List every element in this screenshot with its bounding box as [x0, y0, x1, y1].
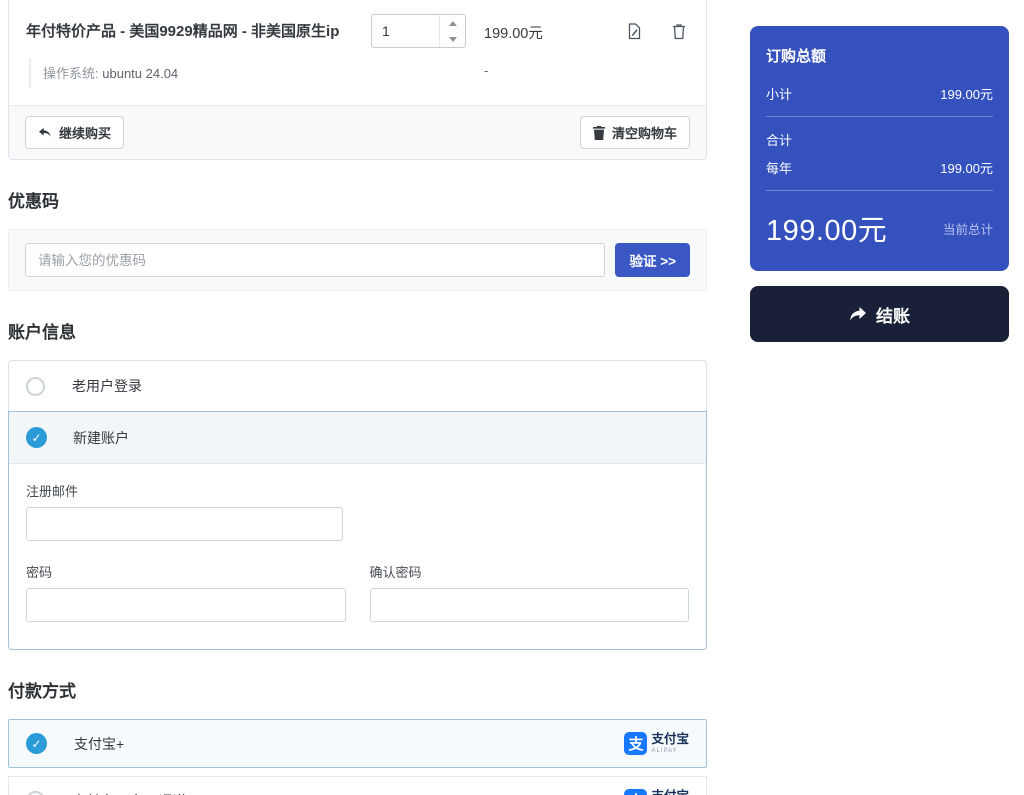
item-config-row: 操作系统: ubuntu 24.04 - [9, 54, 706, 105]
cycle-value: 199.00元 [940, 158, 993, 177]
order-summary-card: 订购总额 小计 199.00元 合计 每年 199.00元 199.00元 当前… [750, 26, 1009, 271]
chevron-down-icon [449, 37, 457, 42]
account-heading: 账户信息 [8, 318, 707, 343]
quantity-down-button[interactable] [440, 31, 465, 47]
reply-arrow-icon [38, 127, 52, 139]
confirm-password-field[interactable] [370, 588, 690, 622]
checkout-button[interactable]: 结账 [750, 286, 1009, 342]
radio-selected-icon[interactable]: ✓ [26, 733, 47, 754]
main-column: 年付特价产品 - 美国9929精品网 - 非美国原生ip 1 199.00元 [8, 0, 707, 795]
alipay-logo-icon: 支 支付宝 ALIPAY [624, 789, 689, 795]
alipay-logo-cn: 支付宝 [651, 733, 689, 746]
radio-unselected-icon[interactable] [26, 377, 45, 396]
total-label-row: 合计 [766, 130, 993, 149]
password-label: 密码 [26, 562, 346, 581]
subtotal-label: 小计 [766, 84, 792, 103]
confirm-password-label: 确认密码 [370, 562, 690, 581]
radio-unselected-icon[interactable] [26, 791, 45, 795]
existing-user-label: 老用户登录 [72, 376, 142, 396]
option-new-account[interactable]: ✓ 新建账户 [9, 412, 706, 464]
alipay-logo-en: ALIPAY [651, 748, 689, 754]
payment-option-alipay-backup[interactable]: 支付宝+ (备用通道) 支 支付宝 ALIPAY [8, 776, 707, 795]
delete-item-button[interactable] [672, 23, 686, 40]
cart-card: 年付特价产品 - 美国9929精品网 - 非美国原生ip 1 199.00元 [8, 0, 707, 160]
summary-title: 订购总额 [766, 45, 993, 66]
product-price: 199.00元 [466, 14, 626, 43]
row-actions [626, 14, 689, 40]
config-label: 操作系统: [43, 66, 99, 81]
edit-file-icon [627, 28, 642, 43]
order-summary-sidebar: 订购总额 小计 199.00元 合计 每年 199.00元 199.00元 当前… [750, 26, 1009, 342]
config-value: ubuntu 24.04 [102, 66, 178, 81]
email-label: 注册邮件 [26, 481, 689, 500]
forward-arrow-icon [849, 306, 867, 322]
validate-coupon-button[interactable]: 验证 >> [615, 243, 690, 277]
radio-selected-icon[interactable]: ✓ [26, 427, 47, 448]
trash-icon [672, 28, 686, 43]
coupon-input[interactable] [25, 243, 605, 277]
payment-section: ✓ 支付宝+ 支 支付宝 ALIPAY 支付宝+ (备用通道) 支 支付宝 [8, 719, 707, 795]
config-info: 操作系统: ubuntu 24.04 [29, 58, 466, 87]
cycle-label: 每年 [766, 158, 792, 177]
password-field[interactable] [26, 588, 346, 622]
password-grid: 密码 确认密码 [26, 562, 689, 622]
cart-item-row: 年付特价产品 - 美国9929精品网 - 非美国原生ip 1 199.00元 [9, 0, 706, 54]
alipay-logo-icon: 支 支付宝 ALIPAY [624, 732, 689, 755]
quantity-value[interactable]: 1 [372, 15, 439, 47]
subtotal-row: 小计 199.00元 [766, 84, 993, 103]
grand-total-row: 199.00元 当前总计 [766, 207, 993, 249]
grand-total-label: 当前总计 [943, 219, 993, 238]
new-account-label: 新建账户 [73, 428, 129, 448]
clear-cart-button[interactable]: 清空购物车 [580, 116, 690, 149]
divider [766, 190, 993, 191]
payment-heading: 付款方式 [8, 677, 707, 702]
quantity-stepper[interactable]: 1 [371, 14, 466, 48]
quantity-spinner[interactable] [439, 15, 465, 47]
total-label: 合计 [766, 130, 792, 149]
payment-option-label: 支付宝+ [74, 734, 597, 754]
clear-cart-label: 清空购物车 [612, 123, 677, 142]
edit-item-button[interactable] [627, 23, 642, 40]
alipay-mark-icon: 支 [624, 732, 647, 755]
divider [766, 116, 993, 117]
coupon-heading: 优惠码 [8, 187, 707, 212]
register-block: ✓ 新建账户 注册邮件 密码 确认密码 [8, 411, 707, 650]
payment-option-label: 支付宝+ (备用通道) [72, 791, 597, 795]
continue-shopping-label: 继续购买 [59, 123, 111, 142]
coupon-panel: 验证 >> [8, 229, 707, 291]
trash-filled-icon [593, 126, 605, 140]
alipay-logo-cn: 支付宝 [651, 790, 689, 795]
subtotal-value: 199.00元 [940, 84, 993, 103]
grand-total-value: 199.00元 [766, 207, 887, 249]
account-section: 老用户登录 ✓ 新建账户 注册邮件 密码 确认密码 [8, 360, 707, 650]
payment-option-alipay[interactable]: ✓ 支付宝+ 支 支付宝 ALIPAY [8, 719, 707, 768]
email-field[interactable] [26, 507, 343, 541]
chevron-up-icon [449, 21, 457, 26]
cycle-row: 每年 199.00元 [766, 158, 993, 177]
config-price: - [466, 58, 626, 87]
option-existing-user[interactable]: 老用户登录 [8, 360, 707, 412]
product-title: 年付特价产品 - 美国9929精品网 - 非美国原生ip [26, 14, 371, 41]
account-form: 注册邮件 密码 确认密码 [9, 464, 706, 649]
checkout-page: 年付特价产品 - 美国9929精品网 - 非美国原生ip 1 199.00元 [0, 0, 1024, 795]
continue-shopping-button[interactable]: 继续购买 [25, 116, 124, 149]
alipay-mark-icon: 支 [624, 789, 647, 795]
quantity-up-button[interactable] [440, 15, 465, 31]
cart-footer: 继续购买 清空购物车 [9, 105, 706, 159]
checkout-label: 结账 [876, 302, 910, 327]
